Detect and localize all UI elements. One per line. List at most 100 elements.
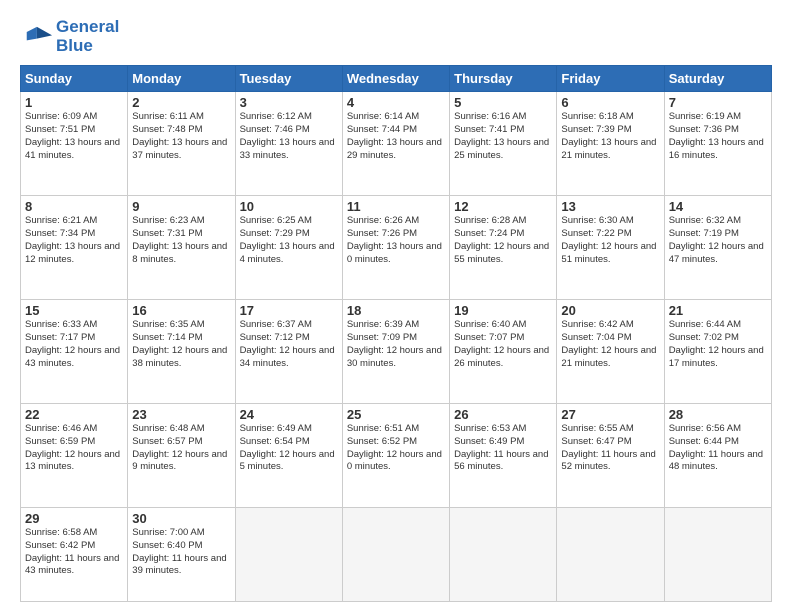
table-row: 11Sunrise: 6:26 AMSunset: 7:26 PMDayligh… xyxy=(342,196,449,300)
table-row xyxy=(450,507,557,601)
day-info: Sunrise: 6:11 AMSunset: 7:48 PMDaylight:… xyxy=(132,111,230,162)
day-number: 17 xyxy=(240,303,338,318)
col-sunday: Sunday xyxy=(21,66,128,92)
day-number: 3 xyxy=(240,95,338,110)
day-info: Sunrise: 6:37 AMSunset: 7:12 PMDaylight:… xyxy=(240,319,338,370)
col-tuesday: Tuesday xyxy=(235,66,342,92)
day-number: 14 xyxy=(669,199,767,214)
table-row: 9Sunrise: 6:23 AMSunset: 7:31 PMDaylight… xyxy=(128,196,235,300)
day-number: 27 xyxy=(561,407,659,422)
table-row: 22Sunrise: 6:46 AMSunset: 6:59 PMDayligh… xyxy=(21,404,128,508)
day-number: 9 xyxy=(132,199,230,214)
day-info: Sunrise: 6:26 AMSunset: 7:26 PMDaylight:… xyxy=(347,215,445,266)
day-info: Sunrise: 6:25 AMSunset: 7:29 PMDaylight:… xyxy=(240,215,338,266)
table-row: 16Sunrise: 6:35 AMSunset: 7:14 PMDayligh… xyxy=(128,300,235,404)
table-row: 15Sunrise: 6:33 AMSunset: 7:17 PMDayligh… xyxy=(21,300,128,404)
col-thursday: Thursday xyxy=(450,66,557,92)
day-number: 10 xyxy=(240,199,338,214)
day-number: 18 xyxy=(347,303,445,318)
day-number: 30 xyxy=(132,511,230,526)
day-number: 25 xyxy=(347,407,445,422)
day-number: 28 xyxy=(669,407,767,422)
col-monday: Monday xyxy=(128,66,235,92)
day-number: 15 xyxy=(25,303,123,318)
table-row: 4Sunrise: 6:14 AMSunset: 7:44 PMDaylight… xyxy=(342,92,449,196)
day-number: 2 xyxy=(132,95,230,110)
day-info: Sunrise: 6:39 AMSunset: 7:09 PMDaylight:… xyxy=(347,319,445,370)
table-row: 10Sunrise: 6:25 AMSunset: 7:29 PMDayligh… xyxy=(235,196,342,300)
day-number: 1 xyxy=(25,95,123,110)
table-row xyxy=(235,507,342,601)
table-row xyxy=(557,507,664,601)
day-number: 24 xyxy=(240,407,338,422)
logo: General Blue xyxy=(20,18,119,55)
day-number: 8 xyxy=(25,199,123,214)
table-row: 25Sunrise: 6:51 AMSunset: 6:52 PMDayligh… xyxy=(342,404,449,508)
table-row: 23Sunrise: 6:48 AMSunset: 6:57 PMDayligh… xyxy=(128,404,235,508)
day-info: Sunrise: 6:53 AMSunset: 6:49 PMDaylight:… xyxy=(454,423,552,474)
col-wednesday: Wednesday xyxy=(342,66,449,92)
table-row: 24Sunrise: 6:49 AMSunset: 6:54 PMDayligh… xyxy=(235,404,342,508)
table-row: 8Sunrise: 6:21 AMSunset: 7:34 PMDaylight… xyxy=(21,196,128,300)
table-row: 13Sunrise: 6:30 AMSunset: 7:22 PMDayligh… xyxy=(557,196,664,300)
page: General Blue Sunday Monday Tuesday Wedne… xyxy=(0,0,792,612)
day-info: Sunrise: 6:09 AMSunset: 7:51 PMDaylight:… xyxy=(25,111,123,162)
table-row: 3Sunrise: 6:12 AMSunset: 7:46 PMDaylight… xyxy=(235,92,342,196)
logo-text: General Blue xyxy=(56,18,119,55)
day-info: Sunrise: 6:48 AMSunset: 6:57 PMDaylight:… xyxy=(132,423,230,474)
day-number: 21 xyxy=(669,303,767,318)
day-info: Sunrise: 6:23 AMSunset: 7:31 PMDaylight:… xyxy=(132,215,230,266)
table-row: 29Sunrise: 6:58 AMSunset: 6:42 PMDayligh… xyxy=(21,507,128,601)
day-info: Sunrise: 6:35 AMSunset: 7:14 PMDaylight:… xyxy=(132,319,230,370)
table-row: 2Sunrise: 6:11 AMSunset: 7:48 PMDaylight… xyxy=(128,92,235,196)
header: General Blue xyxy=(20,18,772,55)
calendar-table: Sunday Monday Tuesday Wednesday Thursday… xyxy=(20,65,772,602)
table-row: 6Sunrise: 6:18 AMSunset: 7:39 PMDaylight… xyxy=(557,92,664,196)
day-number: 7 xyxy=(669,95,767,110)
day-number: 19 xyxy=(454,303,552,318)
day-info: Sunrise: 6:32 AMSunset: 7:19 PMDaylight:… xyxy=(669,215,767,266)
day-number: 6 xyxy=(561,95,659,110)
table-row xyxy=(664,507,771,601)
day-number: 26 xyxy=(454,407,552,422)
day-info: Sunrise: 6:46 AMSunset: 6:59 PMDaylight:… xyxy=(25,423,123,474)
table-row: 19Sunrise: 6:40 AMSunset: 7:07 PMDayligh… xyxy=(450,300,557,404)
day-info: Sunrise: 6:14 AMSunset: 7:44 PMDaylight:… xyxy=(347,111,445,162)
calendar-header-row: Sunday Monday Tuesday Wednesday Thursday… xyxy=(21,66,772,92)
table-row xyxy=(342,507,449,601)
day-number: 5 xyxy=(454,95,552,110)
table-row: 14Sunrise: 6:32 AMSunset: 7:19 PMDayligh… xyxy=(664,196,771,300)
day-info: Sunrise: 6:19 AMSunset: 7:36 PMDaylight:… xyxy=(669,111,767,162)
day-info: Sunrise: 6:56 AMSunset: 6:44 PMDaylight:… xyxy=(669,423,767,474)
day-number: 4 xyxy=(347,95,445,110)
table-row: 20Sunrise: 6:42 AMSunset: 7:04 PMDayligh… xyxy=(557,300,664,404)
table-row: 7Sunrise: 6:19 AMSunset: 7:36 PMDaylight… xyxy=(664,92,771,196)
day-info: Sunrise: 6:12 AMSunset: 7:46 PMDaylight:… xyxy=(240,111,338,162)
table-row: 26Sunrise: 6:53 AMSunset: 6:49 PMDayligh… xyxy=(450,404,557,508)
table-row: 21Sunrise: 6:44 AMSunset: 7:02 PMDayligh… xyxy=(664,300,771,404)
table-row: 17Sunrise: 6:37 AMSunset: 7:12 PMDayligh… xyxy=(235,300,342,404)
table-row: 27Sunrise: 6:55 AMSunset: 6:47 PMDayligh… xyxy=(557,404,664,508)
day-number: 12 xyxy=(454,199,552,214)
logo-icon xyxy=(20,23,52,51)
day-info: Sunrise: 6:44 AMSunset: 7:02 PMDaylight:… xyxy=(669,319,767,370)
day-info: Sunrise: 6:42 AMSunset: 7:04 PMDaylight:… xyxy=(561,319,659,370)
day-number: 23 xyxy=(132,407,230,422)
day-info: Sunrise: 6:28 AMSunset: 7:24 PMDaylight:… xyxy=(454,215,552,266)
col-saturday: Saturday xyxy=(664,66,771,92)
day-info: Sunrise: 6:33 AMSunset: 7:17 PMDaylight:… xyxy=(25,319,123,370)
day-info: Sunrise: 6:16 AMSunset: 7:41 PMDaylight:… xyxy=(454,111,552,162)
table-row: 5Sunrise: 6:16 AMSunset: 7:41 PMDaylight… xyxy=(450,92,557,196)
day-number: 22 xyxy=(25,407,123,422)
table-row: 18Sunrise: 6:39 AMSunset: 7:09 PMDayligh… xyxy=(342,300,449,404)
day-info: Sunrise: 6:51 AMSunset: 6:52 PMDaylight:… xyxy=(347,423,445,474)
day-info: Sunrise: 6:55 AMSunset: 6:47 PMDaylight:… xyxy=(561,423,659,474)
table-row: 30Sunrise: 7:00 AMSunset: 6:40 PMDayligh… xyxy=(128,507,235,601)
day-info: Sunrise: 6:21 AMSunset: 7:34 PMDaylight:… xyxy=(25,215,123,266)
day-info: Sunrise: 6:40 AMSunset: 7:07 PMDaylight:… xyxy=(454,319,552,370)
day-info: Sunrise: 6:18 AMSunset: 7:39 PMDaylight:… xyxy=(561,111,659,162)
day-number: 16 xyxy=(132,303,230,318)
table-row: 1Sunrise: 6:09 AMSunset: 7:51 PMDaylight… xyxy=(21,92,128,196)
day-number: 29 xyxy=(25,511,123,526)
day-number: 11 xyxy=(347,199,445,214)
